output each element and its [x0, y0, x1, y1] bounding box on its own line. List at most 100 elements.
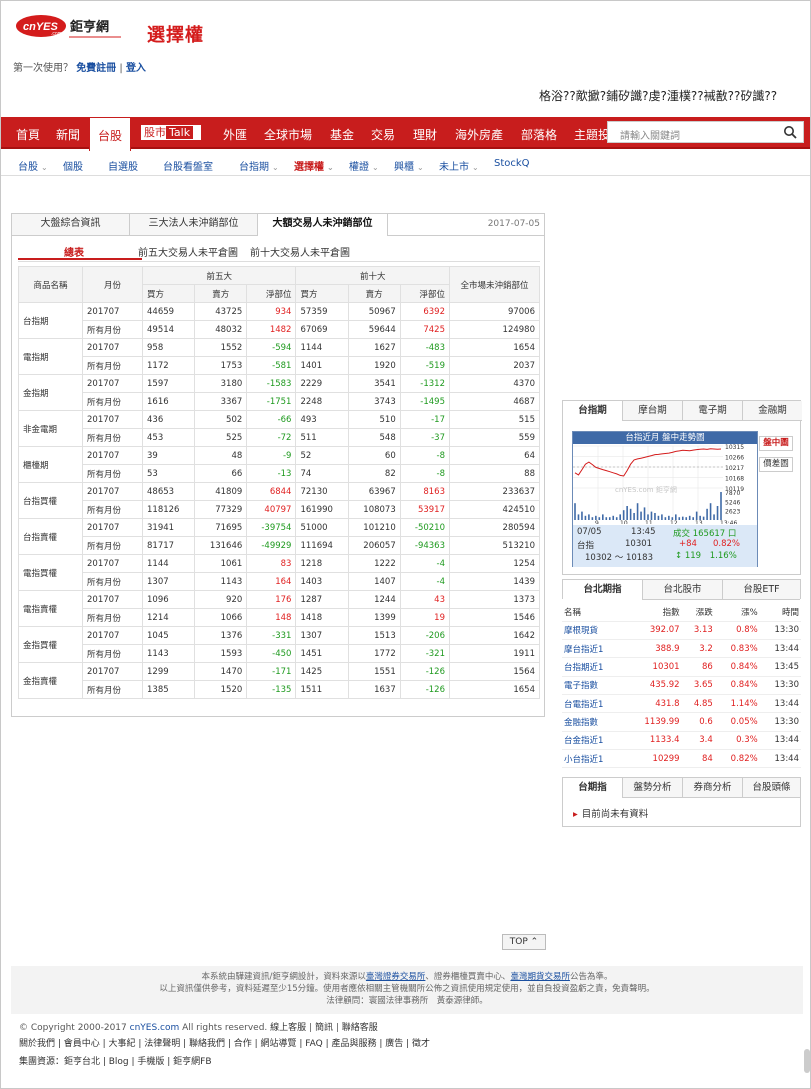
top5-net: 148	[246, 608, 297, 627]
back-to-top-button[interactable]: TOP ⌃	[502, 934, 546, 950]
quote-row[interactable]: 摩根現貨 392.07 3.13 0.8% 13:30	[562, 621, 801, 641]
nav-trade[interactable]: 交易	[371, 126, 395, 143]
header-net: 淨部位	[399, 284, 451, 303]
register-link[interactable]: 免費註冊	[76, 63, 116, 74]
nav-forex[interactable]: 外匯	[223, 126, 247, 143]
nav-home[interactable]: 首頁	[16, 126, 40, 143]
quote-index: 435.92	[624, 676, 682, 695]
nav-news[interactable]: 新聞	[56, 126, 80, 143]
nav-blog[interactable]: 部落格	[521, 126, 557, 143]
subnav-emerging[interactable]: 興櫃 ⌄	[394, 158, 424, 173]
subnav-twstock[interactable]: 台股 ⌄	[18, 158, 48, 173]
quote-row[interactable]: 小台指近1 10299 84 0.82% 13:44	[562, 749, 801, 769]
subnav-unlisted[interactable]: 未上市 ⌄	[439, 158, 479, 173]
tab-broker-analysis[interactable]: 券商分析	[683, 778, 743, 798]
volume-bar	[709, 503, 712, 520]
volume-bar	[678, 517, 681, 520]
taifex-link[interactable]: 臺灣期貨交易所	[510, 972, 570, 982]
subnav-futures[interactable]: 台指期 ⌄	[239, 158, 279, 173]
volume-bar	[706, 508, 708, 520]
quote-row[interactable]: 電子指數 435.92 3.65 0.84% 13:30	[562, 676, 801, 695]
top10-sell: 3743	[347, 392, 401, 411]
search-input[interactable]: 請輸入關鍵詞	[607, 121, 804, 143]
quote-row[interactable]: 摩台指近1 388.9 3.2 0.83% 13:44	[562, 639, 801, 659]
quote-row[interactable]: 金融指數 1139.99 0.6 0.05% 13:30	[562, 712, 801, 732]
tab-headlines[interactable]: 台股頭條	[743, 778, 800, 798]
quote-row[interactable]: 台金指近1 1133.4 3.4 0.3% 13:44	[562, 731, 801, 750]
intraday-chart-button[interactable]: 盤中圖	[759, 436, 793, 451]
table-row: 電指期 201707 958 1552 -594 1144 1627 -483 1654	[18, 338, 540, 375]
top10-net: 43	[399, 590, 451, 609]
group-resources[interactable]: 集團資源：鉅亨台北 | Blog | 手機版 | 鉅亨網FB	[19, 1054, 212, 1067]
sms-link[interactable]: 簡訊	[315, 1023, 333, 1033]
quote-name[interactable]: 小台指近1	[562, 749, 625, 769]
tab-market-info[interactable]: 大盤綜合資訊	[12, 214, 130, 236]
tab-large-traders[interactable]: 大額交易人未沖銷部位	[258, 214, 388, 236]
tab-taipei-futures[interactable]: 台北期指	[563, 580, 643, 600]
tab-market-analysis[interactable]: 盤勢分析	[623, 778, 683, 798]
tab-msci[interactable]: 摩台期	[623, 401, 683, 421]
tab-tw-etf[interactable]: 台股ETF	[723, 580, 800, 600]
subtab-top10-chart[interactable]: 前十大交易人未平倉圖	[250, 244, 350, 259]
quote-name[interactable]: 台指期近1	[562, 657, 625, 677]
subnav-stockq[interactable]: StockQ	[494, 158, 530, 169]
subnav-board[interactable]: 台股看盤室	[163, 158, 213, 173]
login-link[interactable]: 登入	[126, 63, 146, 74]
nav-overseas[interactable]: 海外房產	[455, 126, 503, 143]
quote-name[interactable]: 台金指近1	[562, 731, 625, 750]
tab-taipei-stocks[interactable]: 台北股市	[643, 580, 723, 600]
top5-net: -72	[246, 428, 297, 447]
nav-finance[interactable]: 理財	[413, 126, 437, 143]
subnav-warrants[interactable]: 權證 ⌄	[349, 158, 379, 173]
tab-finance[interactable]: 金融期	[743, 401, 802, 421]
top5-sell: 1376	[194, 626, 248, 645]
subnav-watchlist[interactable]: 自選股	[108, 158, 138, 173]
twse-link[interactable]: 臺灣證券交易所	[366, 972, 426, 982]
quote-row[interactable]: 台指期近1 10301 86 0.84% 13:45	[562, 657, 801, 677]
subtab-top5-chart[interactable]: 前五大交易人未平倉圖	[138, 244, 238, 259]
nav-topic[interactable]: 主題投	[574, 126, 610, 143]
table-row: 所有月份 81717 131646 -49929 111694 206057 -94363 5…	[19, 536, 540, 555]
chart-plot: 10315102661021710168101197870524626239 10…	[573, 444, 744, 524]
quote-name[interactable]: 金融指數	[562, 712, 625, 732]
quote-pct: 0.84%	[714, 657, 760, 677]
spread-chart-button[interactable]: 價差圖	[759, 457, 793, 472]
online-service-link[interactable]: 線上客服	[270, 1023, 306, 1033]
nav-tw-stock[interactable]: 台股	[89, 117, 131, 151]
quote-name[interactable]: 電子指數	[562, 676, 625, 695]
tab-electronics[interactable]: 電子期	[683, 401, 743, 421]
nav-stock-talk[interactable]: 股市 Talk	[140, 124, 202, 141]
top5-sell: 71695	[194, 518, 248, 537]
top5-buy: 1385	[141, 680, 196, 699]
qh-change: 漲跌	[681, 603, 715, 622]
quote-name[interactable]: 摩根現貨	[562, 621, 625, 641]
search-icon[interactable]	[783, 125, 797, 139]
subnav-stock[interactable]: 個股	[63, 158, 83, 173]
scrollbar[interactable]	[804, 1049, 810, 1073]
quote-name[interactable]: 摩台指近1	[562, 639, 625, 659]
subtab-summary[interactable]: 總表	[64, 244, 84, 259]
tab-institutional[interactable]: 三大法人未沖銷部位	[130, 214, 258, 236]
top10-sell: 510	[347, 410, 401, 429]
cnyes-logo[interactable]: cnYES .com 鉅亨網	[15, 12, 125, 42]
quote-row[interactable]: 台電指近1 431.8 4.85 1.14% 13:44	[562, 694, 801, 714]
y-tick-label: 10168	[725, 476, 744, 483]
top5-buy: 1616	[141, 392, 196, 411]
top5-sell: 41809	[194, 482, 248, 501]
quote-name[interactable]: 台電指近1	[562, 694, 625, 714]
volume-bar	[702, 516, 705, 520]
nav-fund[interactable]: 基金	[330, 126, 354, 143]
subnav-options[interactable]: 選擇權 ⌄	[294, 158, 334, 173]
top10-sell: 1513	[347, 626, 401, 645]
legal-counsel: 法律顧問：寰國法律事務所 黃泰源律師。	[326, 996, 488, 1006]
quote-index: 1133.4	[624, 731, 682, 750]
tab-futures-news[interactable]: 台期指	[563, 778, 623, 798]
top5-sell: 3367	[194, 392, 248, 411]
nav-global[interactable]: 全球市場	[264, 126, 312, 143]
large-trader-panel: 大盤綜合資訊 三大法人未沖銷部位 大額交易人未沖銷部位 2017-07-05 總…	[11, 213, 545, 717]
tab-tx[interactable]: 台指期	[563, 401, 623, 421]
footer-links[interactable]: 關於我們 | 會員中心 | 大事紀 | 法律聲明 | 聯絡我們 | 合作 | 網…	[19, 1036, 430, 1049]
header-top10: 前十大	[295, 266, 450, 285]
contact-service-link[interactable]: 聯絡客服	[342, 1023, 378, 1033]
header-month: 月份	[82, 266, 143, 303]
